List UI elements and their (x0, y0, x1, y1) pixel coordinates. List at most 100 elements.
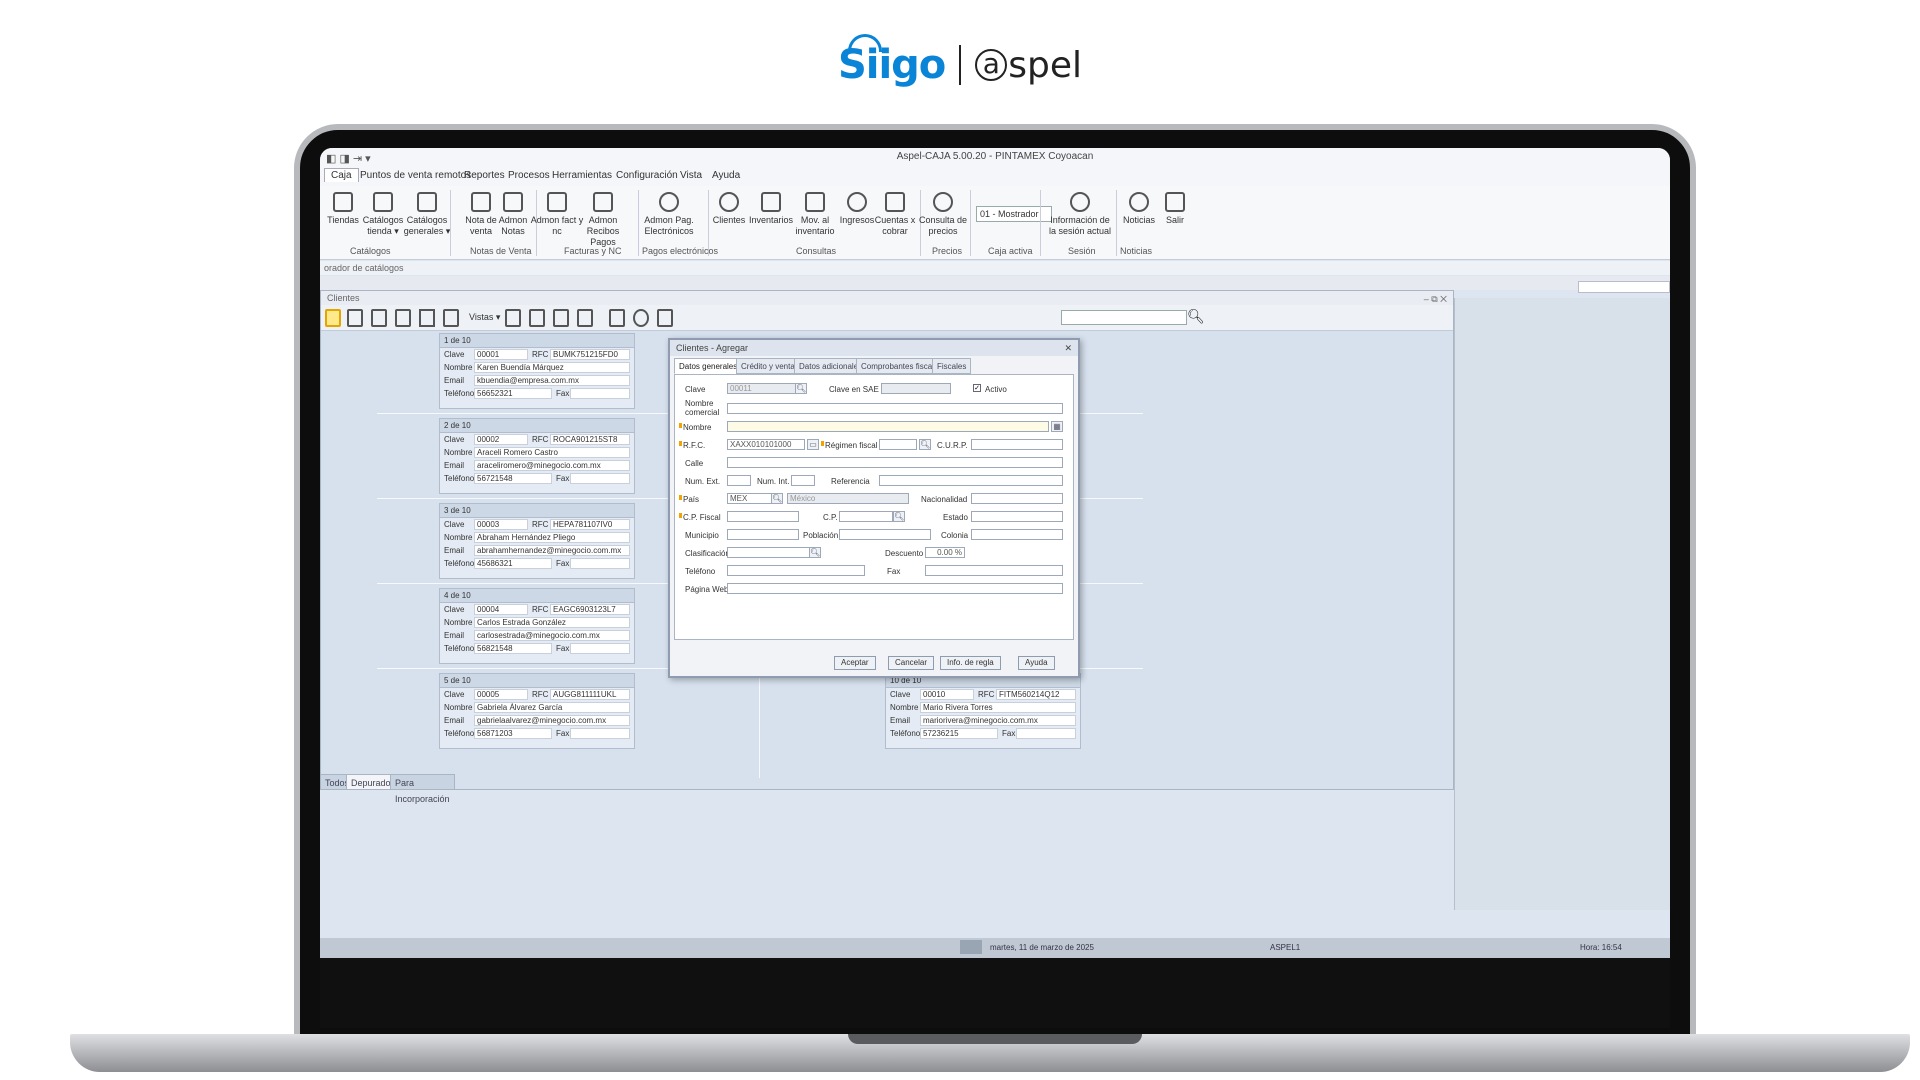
rfc-field[interactable]: XAXX010101000 (727, 439, 805, 450)
view-client-icon[interactable] (395, 309, 411, 327)
tab-datos-generales[interactable]: Datos generales (674, 358, 743, 374)
ribbon-salir-button[interactable]: Salir (1148, 192, 1202, 226)
tab-depurado[interactable]: Depurado (346, 774, 396, 790)
clasificacion-field[interactable] (727, 547, 811, 558)
exit-window-icon[interactable] (657, 309, 673, 327)
refresh-icon[interactable] (505, 309, 521, 327)
client-card[interactable]: 1 de 10 Clave 00001 RFC BUMK751215FD0 Nombr… (439, 333, 635, 409)
clave-sae-field[interactable] (881, 383, 951, 394)
menu-ayuda[interactable]: Ayuda (712, 170, 740, 181)
client-card[interactable]: 2 de 10 Clave 00002 RFC ROCA901215ST8 Nombr… (439, 418, 635, 494)
clave-field[interactable]: 00011 (727, 383, 797, 394)
descuento-label: Descuento (885, 549, 924, 558)
laptop-bezel: ◧ ◨ ⇥ ▾ Aspel-CAJA 5.00.20 - PINTAMEX Co… (294, 124, 1696, 1044)
report-icon[interactable] (577, 309, 593, 327)
ribbon-pagos-electronicos-button[interactable]: Admon Pag. Electrónicos (642, 192, 696, 237)
client-card[interactable]: 4 de 10 Clave 00004 RFC EAGC6903123L7 Nombr… (439, 588, 635, 664)
lookup-icon[interactable]: 🔍︎ (771, 493, 783, 504)
nacionalidad-field[interactable] (971, 493, 1063, 504)
tab-para-incorporacion[interactable]: Para Incorporación (390, 774, 455, 804)
lookup-icon[interactable]: 🔍︎ (795, 383, 807, 394)
ribbon-separator (638, 190, 639, 256)
cancelar-button[interactable]: Cancelar (888, 656, 935, 670)
descuento-field[interactable]: 0.00 % (925, 547, 965, 558)
colonia-field[interactable] (971, 529, 1063, 540)
logo-divider (959, 45, 962, 85)
group-label-pagos: Pagos electrónicos (642, 246, 719, 256)
vistas-dropdown[interactable]: Vistas ▾ (469, 312, 500, 323)
estado-field[interactable] (971, 511, 1063, 522)
menu-reportes[interactable]: Reportes (464, 170, 505, 181)
help-icon[interactable] (633, 309, 649, 327)
window-controls[interactable]: – ⧉ ✕ (1424, 292, 1447, 306)
menu-procesos[interactable]: Procesos (508, 170, 550, 181)
group-label-sesion: Sesión (1068, 246, 1096, 256)
aspel-text: spel (1008, 44, 1083, 86)
menu-configuracion[interactable]: Configuración (616, 170, 678, 181)
aceptar-button[interactable]: Aceptar (834, 656, 876, 670)
clients-search-input[interactable] (1061, 310, 1187, 325)
cp-fiscal-field[interactable] (727, 511, 799, 522)
catalog-general-icon (417, 192, 437, 212)
nombre-comercial-field[interactable] (727, 403, 1063, 414)
ayuda-button[interactable]: Ayuda (1018, 656, 1055, 670)
ribbon-admon-recibos-button[interactable]: Admon Recibos Pagos (576, 192, 630, 248)
lookup-icon[interactable]: 🔍︎ (893, 511, 905, 522)
pagina-web-label: Página Web (685, 585, 729, 594)
cp-fiscal-label: C.P. Fiscal (679, 513, 721, 522)
referencia-field[interactable] (879, 475, 1063, 486)
close-icon[interactable]: ✕ (1064, 340, 1072, 356)
nombre-field[interactable] (727, 421, 1049, 432)
add-client-icon[interactable] (325, 309, 341, 327)
export-icon[interactable] (529, 309, 545, 327)
num-ext-label: Num. Ext. (685, 477, 721, 486)
poblacion-field[interactable] (839, 529, 931, 540)
document-icon[interactable] (553, 309, 569, 327)
fax-field[interactable] (925, 565, 1063, 576)
sort-icon[interactable] (443, 309, 459, 327)
nacionalidad-label: Nacionalidad (921, 495, 968, 504)
receipts-icon (593, 192, 613, 212)
filter-icon[interactable] (419, 309, 435, 327)
delete-client-icon[interactable] (371, 309, 387, 327)
client-card[interactable]: 10 de 10 Clave 00010 RFC FITM560214Q12 Nomb… (885, 673, 1081, 749)
telefono-label: Teléfono (685, 567, 716, 576)
dialog-tabs: Datos generales Crédito y ventas Datos a… (670, 358, 1078, 374)
menu-caja[interactable]: Caja (324, 168, 359, 182)
info-regla-button[interactable]: Info. de regla (940, 656, 1001, 670)
ribbon-catalogos-generales-button[interactable]: Catálogos generales ▾ (400, 192, 454, 237)
menu-puntos-remotos[interactable]: Puntos de venta remotos (360, 170, 471, 181)
lookup-icon[interactable]: 🔍︎ (919, 439, 931, 450)
curp-field[interactable] (971, 439, 1063, 450)
cp-field[interactable] (839, 511, 893, 522)
lookup-icon[interactable]: ▭ (807, 439, 819, 450)
lookup-icon[interactable]: ▦ (1051, 421, 1063, 432)
regimen-field[interactable] (879, 439, 917, 450)
ribbon: Tiendas Catálogos tienda ▾ Catálogos gen… (320, 186, 1670, 260)
client-card[interactable]: 5 de 10 Clave 00005 RFC AUGG811111UKL Nombr… (439, 673, 635, 749)
num-ext-field[interactable] (727, 475, 751, 486)
num-int-field[interactable] (791, 475, 815, 486)
ribbon-sesion-button[interactable]: Información de la sesión actual (1048, 192, 1112, 237)
exit-icon (1165, 192, 1185, 212)
ribbon-cuentas-cobrar-button[interactable]: Cuentas x cobrar (868, 192, 922, 237)
pagina-web-field[interactable] (727, 583, 1063, 594)
search-icon[interactable]: 🔍︎ (1187, 308, 1205, 325)
client-card[interactable]: 3 de 10 Clave 00003 RFC HEPA781107IV0 Nombr… (439, 503, 635, 579)
calle-field[interactable] (727, 457, 1063, 468)
menu-vista[interactable]: Vista (680, 170, 702, 181)
pais-field[interactable]: MEX (727, 493, 773, 504)
lookup-icon[interactable]: 🔍︎ (809, 547, 821, 558)
catalog-icon (373, 192, 393, 212)
pais-nombre-field: México (787, 493, 909, 504)
right-search-input[interactable] (1578, 281, 1670, 293)
ribbon-consulta-precios-button[interactable]: Consulta de precios (916, 192, 970, 237)
telefono-field[interactable] (727, 565, 865, 576)
print-icon[interactable] (609, 309, 625, 327)
municipio-field[interactable] (727, 529, 799, 540)
tab-fiscales[interactable]: Fiscales (932, 358, 972, 374)
menu-herramientas[interactable]: Herramientas (552, 170, 612, 181)
activo-checkbox[interactable]: ✓ (973, 384, 981, 392)
edit-client-icon[interactable] (347, 309, 363, 327)
keyboard-reflection (320, 958, 1670, 1028)
